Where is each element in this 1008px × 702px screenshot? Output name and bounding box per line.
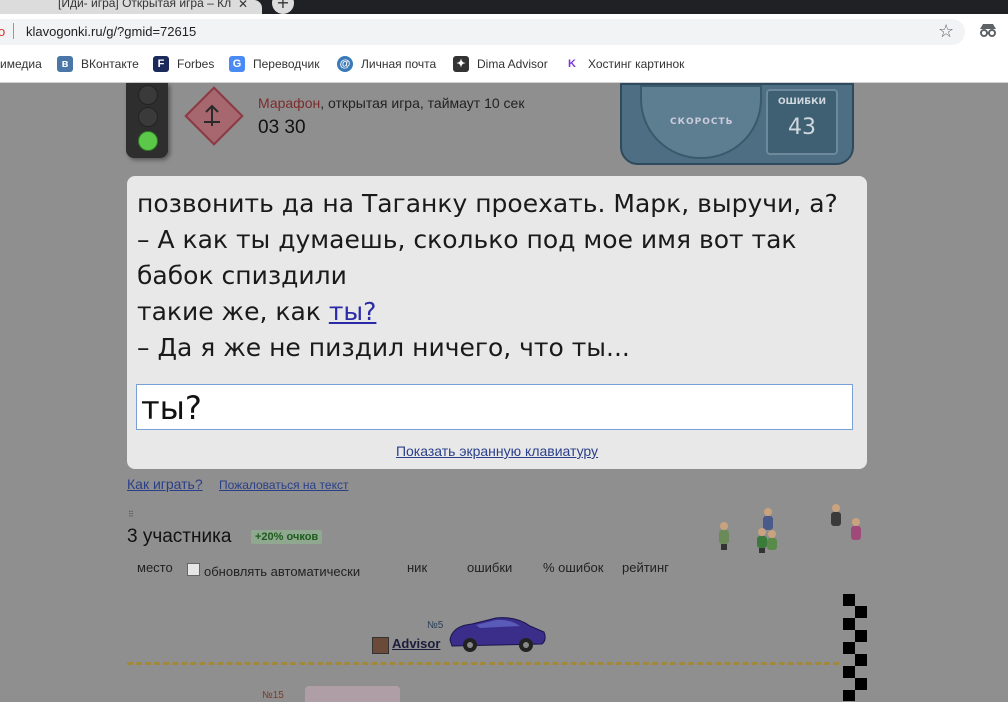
text-line: бабок спиздили xyxy=(137,261,347,290)
speed-label: СКОРОСТЬ xyxy=(670,117,734,127)
bookmark-vk[interactable]: в ВКонтакте xyxy=(57,56,139,74)
col-nick: ник xyxy=(407,560,428,575)
url-lead: o xyxy=(0,24,6,39)
player-number: №15 xyxy=(262,690,284,701)
auto-update-checkbox[interactable] xyxy=(187,563,200,576)
active-tab[interactable]: [Иди- игра] Открытая игра – Кл xyxy=(0,0,262,14)
bookmark-image-hosting[interactable]: K Хостинг картинок xyxy=(564,56,684,74)
mail-icon: @ xyxy=(337,56,353,72)
current-word: ты? xyxy=(328,297,377,326)
player-number: №5 xyxy=(427,620,444,631)
vk-icon: в xyxy=(57,56,73,72)
game-timer: 03 30 xyxy=(258,117,306,138)
incognito-icon[interactable] xyxy=(978,22,998,38)
mode-description: , открытая игра, таймаут 10 сек xyxy=(320,95,525,111)
text-line: такие же, как ты? xyxy=(137,294,857,330)
errors-value: 43 xyxy=(788,115,816,140)
typing-input[interactable]: ты? xyxy=(136,384,853,430)
bookmark-mail[interactable]: @ Личная почта xyxy=(337,56,436,74)
col-place: место xyxy=(137,560,173,575)
bookmark-label: Переводчик xyxy=(253,57,320,71)
text-line-start: такие же, как xyxy=(137,297,329,326)
bookmark-label: ВКонтакте xyxy=(81,57,139,71)
participants-count: 3 участника xyxy=(127,526,232,547)
errors-label: ОШИБКИ xyxy=(777,97,827,107)
bookmark-forbes[interactable]: F Forbes xyxy=(153,56,214,74)
errors-counter: ОШИБКИ 43 xyxy=(766,89,838,155)
race-road xyxy=(127,662,839,665)
traffic-light-icon xyxy=(126,83,168,158)
finish-line-icon xyxy=(843,594,867,701)
text-line: – Да я же не пиздил ничего, что ты... xyxy=(137,333,630,362)
bookmark-label: Хостинг картинок xyxy=(588,57,685,71)
auto-update-label[interactable]: обновлять автоматически xyxy=(204,564,360,579)
drag-handle-icon[interactable]: ⠿ xyxy=(128,510,134,519)
game-mode-title: Марафон, открытая игра, таймаут 10 сек xyxy=(258,95,524,111)
bookmark-label: Dima Advisor xyxy=(477,57,548,71)
show-keyboard-link[interactable]: Показать экранную клавиатуру xyxy=(127,443,867,459)
mode-name[interactable]: Марафон xyxy=(258,95,320,111)
url-separator xyxy=(13,23,14,39)
url-text[interactable]: klavogonki.ru/g/?gmid=72615 xyxy=(26,24,196,39)
forbes-icon: F xyxy=(153,56,169,72)
bookmark-label: имедиа xyxy=(0,56,42,71)
bonus-badge: +20% очков xyxy=(251,530,323,544)
how-to-play-link[interactable]: Как играть? xyxy=(127,476,203,492)
car-icon xyxy=(305,686,400,702)
image-hosting-icon: K xyxy=(564,56,580,72)
bookmark-media[interactable]: имедиа xyxy=(0,56,42,74)
col-error-pct: % ошибок xyxy=(543,560,604,575)
close-icon[interactable]: ✕ xyxy=(238,0,248,11)
text-line: – А как ты думаешь, сколько под мое имя … xyxy=(137,225,797,254)
translate-icon: G xyxy=(229,56,245,72)
spectators-icon xyxy=(719,504,861,553)
tab-title: [Иди- игра] Открытая игра – Кл xyxy=(58,0,232,10)
advisor-icon: ✦ xyxy=(453,56,469,72)
player-name[interactable]: Advisor xyxy=(392,636,440,651)
road-icon xyxy=(204,104,220,126)
col-rating: рейтинг xyxy=(622,560,669,575)
bookmark-translate[interactable]: G Переводчик xyxy=(229,56,320,74)
dashboard: СКОРОСТЬ ОШИБКИ 43 xyxy=(620,83,854,165)
speedometer: СКОРОСТЬ xyxy=(640,85,762,159)
text-line: позвонить да на Таганку проехать. Марк, … xyxy=(137,189,838,218)
car-icon xyxy=(449,617,546,652)
bookmark-advisor[interactable]: ✦ Dima Advisor xyxy=(453,56,548,74)
bookmark-star-icon[interactable]: ☆ xyxy=(938,21,954,42)
col-errors: ошибки xyxy=(467,560,513,575)
bookmark-label: Личная почта xyxy=(361,57,437,71)
complain-link[interactable]: Пожаловаться на текст xyxy=(219,478,348,492)
avatar[interactable] xyxy=(372,637,389,654)
bookmark-label: Forbes xyxy=(177,57,215,71)
typing-text: позвонить да на Таганку проехать. Марк, … xyxy=(137,186,857,366)
